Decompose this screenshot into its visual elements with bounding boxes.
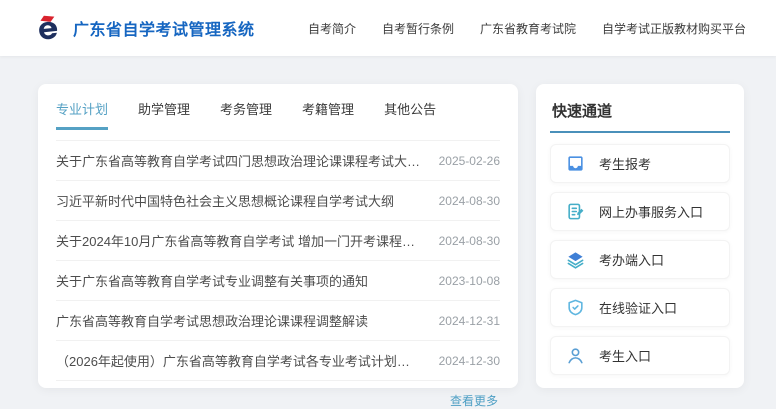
quick-links-list: 考生报考 网上办事服务入口 考办端入口 在线验证入口 考生入口 [550,144,730,375]
inbox-icon [566,154,585,173]
clipboard-pen-icon [566,202,585,221]
news-date: 2024-08-30 [439,194,500,208]
quick-link[interactable]: 考办端入口 [550,240,730,279]
quick-links-heading: 快速通道 [550,96,730,133]
news-date: 2024-12-30 [439,354,500,368]
quick-link-label: 考办端入口 [599,250,664,269]
topnav-link[interactable]: 自考简介 [308,20,356,37]
top-navigation: 自考简介 自考暂行条例 广东省教育考试院 自学考试正版教材购买平台 [308,20,746,37]
topnav-link[interactable]: 广东省教育考试院 [480,20,576,37]
news-list: 关于广东省高等教育自学考试四门思想政治理论课课程考试大纲的通告 2025-02-… [56,140,500,381]
page-content: 专业计划助学管理考务管理考籍管理其他公告 关于广东省高等教育自学考试四门思想政治… [0,56,776,388]
site-header: 广东省自学考试管理系统 自考简介 自考暂行条例 广东省教育考试院 自学考试正版教材购买… [0,0,776,56]
news-panel: 专业计划助学管理考务管理考籍管理其他公告 关于广东省高等教育自学考试四门思想政治… [38,84,518,388]
news-row[interactable]: 关于广东省高等教育自学考试四门思想政治理论课课程考试大纲的通告 2025-02-… [56,141,500,181]
news-title: 关于广东省高等教育自学考试四门思想政治理论课课程考试大纲的通告 [56,151,421,170]
site-title: 广东省自学考试管理系统 [73,16,255,40]
news-date: 2024-12-31 [439,314,500,328]
news-tab[interactable]: 助学管理 [138,99,190,130]
site-home-link[interactable]: 广东省自学考试管理系统 [33,13,255,43]
news-tab[interactable]: 考籍管理 [302,99,354,130]
news-tab[interactable]: 考务管理 [220,99,272,130]
news-title: 关于2024年10月广东省高等教育自学考试 增加一门开考课程的通告 [56,231,421,250]
shield-check-icon [566,298,585,317]
news-row[interactable]: 习近平新时代中国特色社会主义思想概论课程自学考试大纲 2024-08-30 [56,181,500,221]
news-title: 广东省高等教育自学考试思想政治理论课课程调整解读 [56,311,368,330]
news-date: 2025-02-26 [439,154,500,168]
view-more-link[interactable]: 查看更多 [56,381,500,409]
quick-link[interactable]: 考生入口 [550,336,730,375]
topnav-link[interactable]: 自学考试正版教材购买平台 [602,20,746,37]
news-title: （2026年起使用）广东省高等教育自学考试各专业考试计划简表 [56,351,421,370]
topnav-link[interactable]: 自考暂行条例 [382,20,454,37]
news-tabs: 专业计划助学管理考务管理考籍管理其他公告 [56,84,500,130]
news-title: 习近平新时代中国特色社会主义思想概论课程自学考试大纲 [56,191,394,210]
news-row[interactable]: 广东省高等教育自学考试思想政治理论课课程调整解读 2024-12-31 [56,301,500,341]
news-row[interactable]: （2026年起使用）广东省高等教育自学考试各专业考试计划简表 2024-12-3… [56,341,500,381]
quick-links-panel: 快速通道 考生报考 网上办事服务入口 考办端入口 在线验证入口 考生入口 [536,84,744,388]
site-logo-icon [33,13,63,43]
news-tab[interactable]: 其他公告 [384,99,436,130]
news-date: 2023-10-08 [439,274,500,288]
news-tab[interactable]: 专业计划 [56,99,108,130]
quick-link-label: 考生入口 [599,346,651,365]
quick-link[interactable]: 在线验证入口 [550,288,730,327]
quick-link-label: 在线验证入口 [599,298,677,317]
news-row[interactable]: 关于广东省高等教育自学考试专业调整有关事项的通知 2023-10-08 [56,261,500,301]
quick-link-label: 考生报考 [599,154,651,173]
quick-link[interactable]: 网上办事服务入口 [550,192,730,231]
news-row[interactable]: 关于2024年10月广东省高等教育自学考试 增加一门开考课程的通告 2024-0… [56,221,500,261]
quick-link-label: 网上办事服务入口 [599,202,703,221]
person-icon [566,346,585,365]
news-title: 关于广东省高等教育自学考试专业调整有关事项的通知 [56,271,368,290]
quick-link[interactable]: 考生报考 [550,144,730,183]
news-date: 2024-08-30 [439,234,500,248]
layers-icon [566,250,585,269]
